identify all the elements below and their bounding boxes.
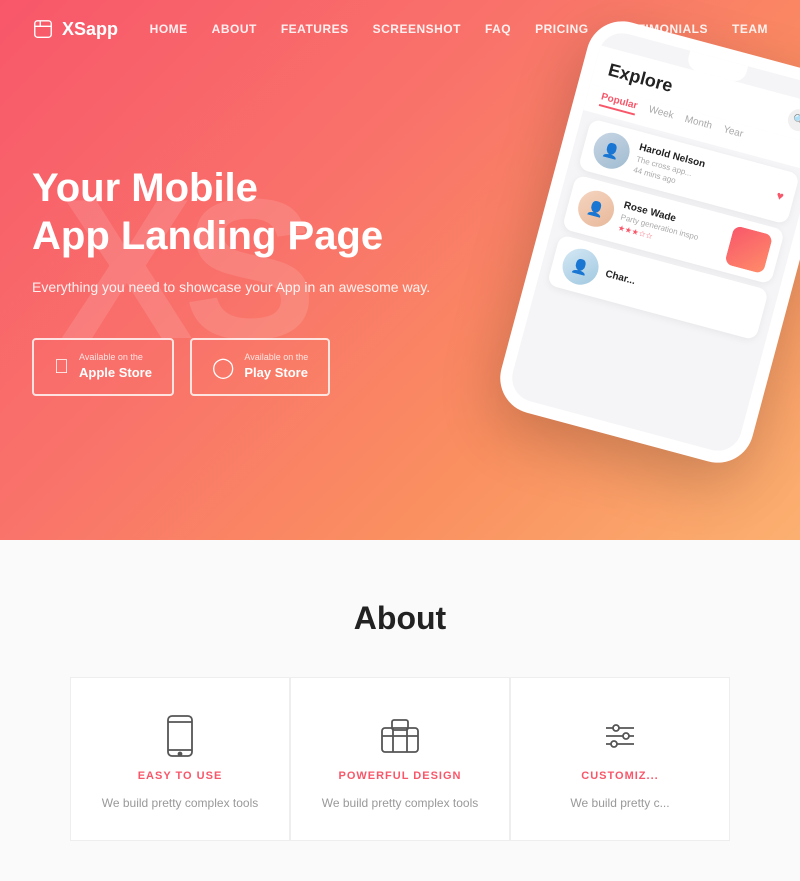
logo-text: XSapp (62, 19, 118, 40)
feature-design-name: POWERFUL DESIGN (339, 770, 462, 782)
navbar: XSapp HOME ABOUT FEATURES SCREENSHOT FAQ… (0, 0, 800, 58)
nav-links: HOME ABOUT FEATURES SCREENSHOT FAQ PRICI… (150, 20, 768, 38)
design-icon (378, 714, 422, 758)
phone-card-3-name: Char... (604, 268, 754, 318)
phone-search-icon[interactable]: 🔍 (785, 107, 800, 134)
nav-item-pricing[interactable]: PRICING (535, 20, 589, 38)
phone-screen: Explore 🔍 Popular Week Month Year 👤 Haro… (507, 28, 800, 456)
phone-card-3-info: Char... (604, 268, 754, 318)
mobile-icon (158, 714, 202, 758)
logo[interactable]: XSapp (32, 18, 118, 40)
phone-card-2-img-inner (724, 225, 773, 274)
feature-easy-name: EASY TO USE (138, 770, 223, 782)
hero-title: Your Mobile App Landing Page (32, 164, 430, 260)
play-store-button[interactable]: ◯ Available on the Play Store (190, 338, 330, 396)
nav-item-faq[interactable]: FAQ (485, 20, 511, 38)
custom-icon (598, 714, 642, 758)
android-icon: ◯ (212, 355, 234, 380)
apple-icon:  (54, 356, 69, 379)
phone-tab-week[interactable]: Week (646, 104, 674, 125)
nav-item-team[interactable]: TEAM (732, 20, 768, 38)
phone-mockup: Explore 🔍 Popular Week Month Year 👤 Haro… (463, 5, 800, 478)
nav-item-testimonials[interactable]: TESTIMONIALS (613, 20, 708, 38)
phone-card-2-img (724, 225, 773, 274)
phone-tab-popular[interactable]: Popular (599, 91, 639, 115)
feature-card-design: POWERFUL DESIGN We build pretty complex … (290, 677, 510, 841)
phone-card-1-heart: ♥ (775, 188, 786, 203)
feature-custom-name: CUSTOMIZ... (581, 770, 658, 782)
about-section: About EASY TO USE We build pretty comple… (0, 540, 800, 881)
apple-store-button[interactable]:  Available on the Apple Store (32, 338, 174, 396)
hero-buttons:  Available on the Apple Store ◯ Availab… (32, 338, 430, 396)
feature-design-desc: We build pretty complex tools (322, 794, 479, 812)
logo-icon (32, 18, 54, 40)
phone-avatar-2: 👤 (574, 187, 618, 231)
phone-tab-month[interactable]: Month (682, 114, 713, 136)
phone-avatar-1: 👤 (590, 129, 634, 173)
hero-content: Your Mobile App Landing Page Everything … (32, 164, 430, 396)
phone-avatar-3: 👤 (559, 245, 603, 289)
feature-custom-desc: We build pretty c... (570, 794, 669, 812)
nav-item-screenshot[interactable]: SCREENSHOT (373, 20, 461, 38)
phone-card-2-info: Rose Wade Party generation inspo ★★★☆☆ (617, 200, 726, 259)
features-grid: EASY TO USE We build pretty complex tool… (32, 677, 768, 841)
about-title: About (32, 600, 768, 637)
phone-outer: Explore 🔍 Popular Week Month Year 👤 Haro… (492, 13, 800, 471)
feature-card-easy: EASY TO USE We build pretty complex tool… (70, 677, 290, 841)
nav-item-home[interactable]: HOME (150, 20, 188, 38)
hero-section: XS Your Mobile App Landing Page Everythi… (0, 0, 800, 540)
feature-card-custom: CUSTOMIZ... We build pretty c... (510, 677, 730, 841)
phone-tab-year[interactable]: Year (721, 124, 744, 144)
play-store-text: Available on the Play Store (244, 352, 308, 382)
hero-subtitle: Everything you need to showcase your App… (32, 276, 430, 298)
nav-item-features[interactable]: FEATURES (281, 20, 349, 38)
nav-item-about[interactable]: ABOUT (212, 20, 257, 38)
feature-easy-desc: We build pretty complex tools (102, 794, 259, 812)
apple-store-text: Available on the Apple Store (79, 352, 152, 382)
